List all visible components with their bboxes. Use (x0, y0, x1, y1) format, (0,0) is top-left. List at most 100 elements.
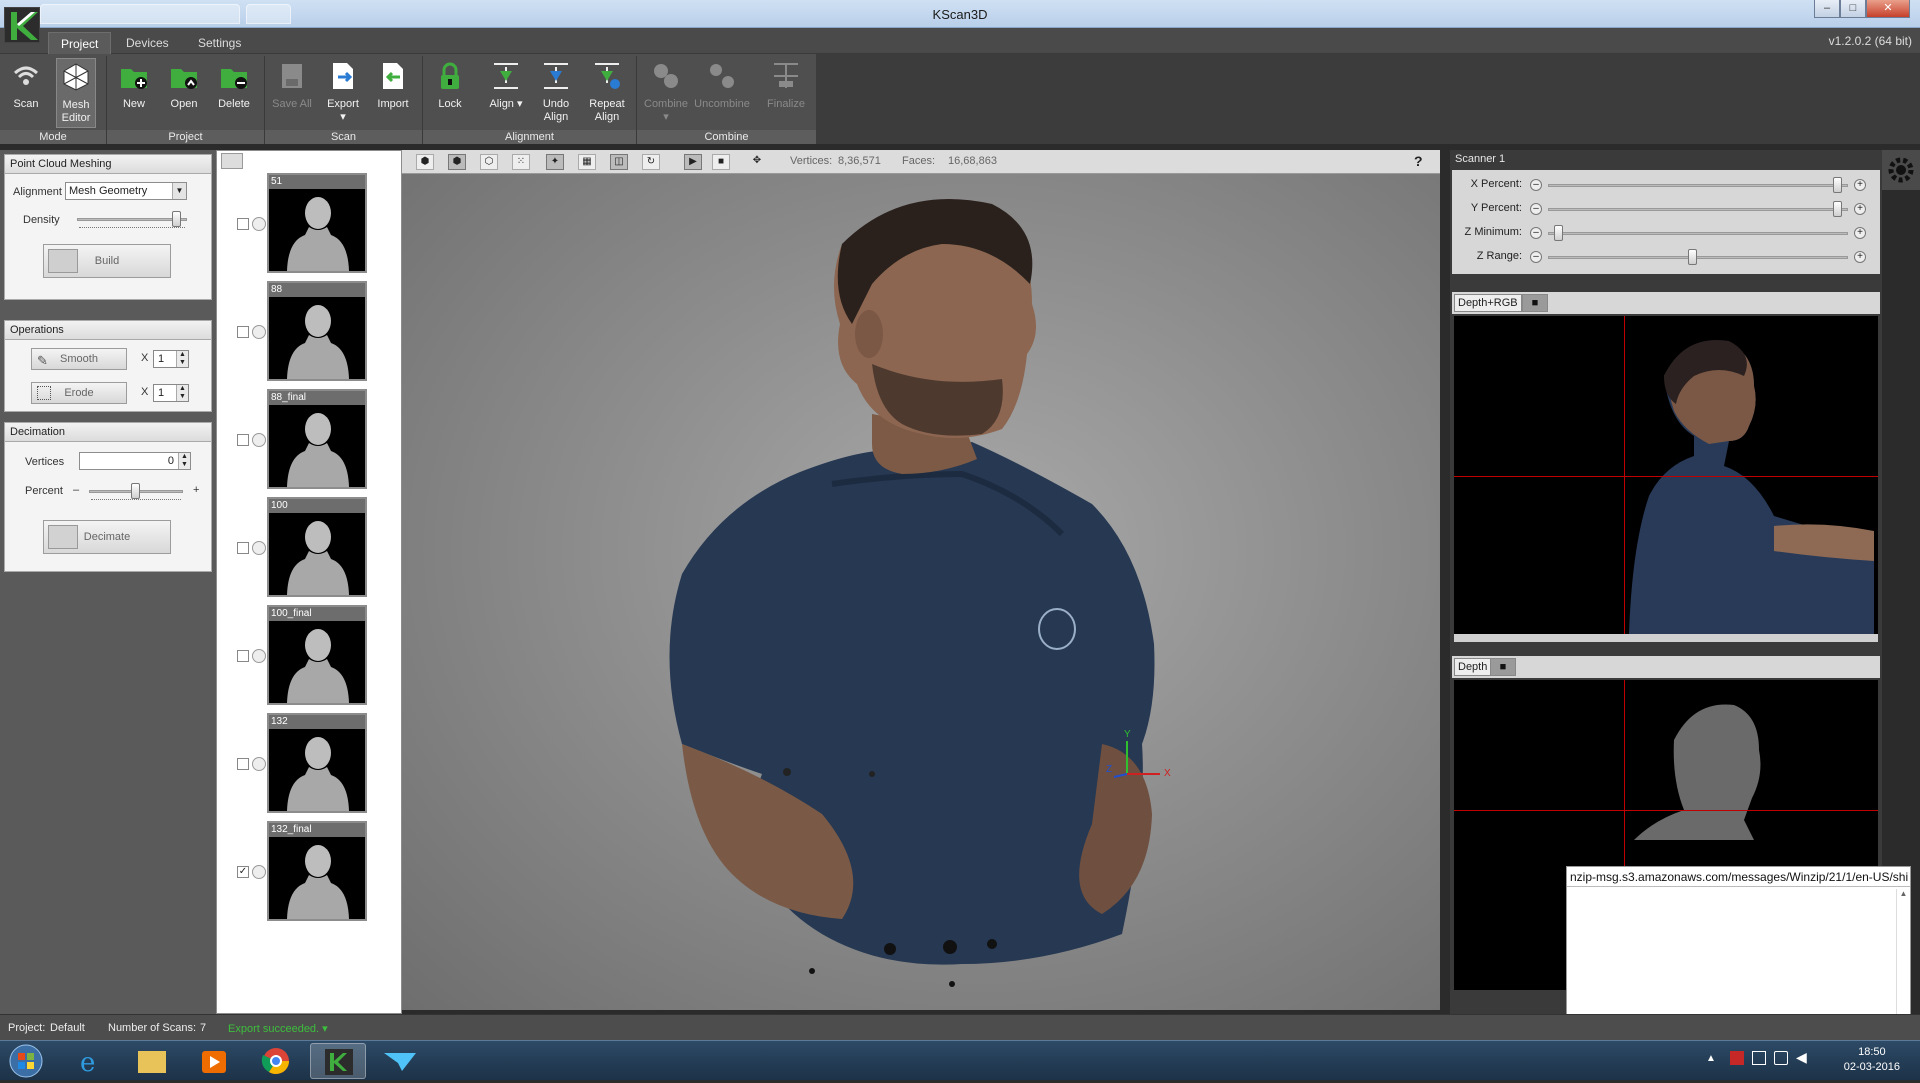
increase-icon[interactable]: + (1854, 227, 1866, 239)
stepper-arrows-icon[interactable]: ▲ ▼ (176, 351, 188, 367)
network-icon[interactable] (1774, 1051, 1788, 1065)
align-button[interactable]: Align ▾ (486, 58, 526, 128)
percent-plus[interactable]: + (193, 484, 199, 496)
open-button[interactable]: Open (164, 58, 204, 128)
stepper-arrows-icon[interactable]: ▲ ▼ (176, 385, 188, 401)
smooth-count-stepper[interactable]: 1 ▲ ▼ (153, 350, 189, 368)
help-icon[interactable]: ? (1414, 153, 1423, 169)
mesh-mode-icon[interactable] (252, 217, 266, 231)
action-center-flag-icon[interactable] (1730, 1051, 1744, 1065)
light-bulb-icon[interactable]: ✦ (546, 154, 564, 170)
combine-button[interactable]: Combine ▾ (644, 58, 688, 128)
increase-icon[interactable]: + (1854, 179, 1866, 191)
scan-visibility-checkbox[interactable] (237, 326, 249, 338)
tab-devices[interactable]: Devices (114, 32, 181, 54)
scan-visibility-checkbox[interactable] (237, 758, 249, 770)
settings-gear-button[interactable] (1882, 150, 1920, 190)
mesh-mode-icon[interactable] (252, 757, 266, 771)
kscan3d-taskbar[interactable] (310, 1043, 366, 1079)
media-player-taskbar[interactable] (186, 1043, 242, 1079)
scan-thumbnail[interactable]: 51 (267, 173, 367, 273)
increase-icon[interactable]: + (1854, 251, 1866, 263)
scan-thumbnail[interactable]: 132_final (267, 821, 367, 921)
textured-view-icon[interactable]: ⬢ (448, 154, 466, 170)
scan-visibility-checkbox[interactable] (237, 434, 249, 446)
clock[interactable]: 18:50 02-03-2016 (1844, 1045, 1900, 1075)
decrease-icon[interactable]: – (1530, 179, 1542, 191)
delete-button[interactable]: Delete (214, 58, 254, 128)
scan-visibility-checkbox[interactable] (237, 650, 249, 662)
volume-icon[interactable]: ◀ (1796, 1049, 1807, 1066)
vertices-input[interactable]: 0 ▲ ▼ (79, 452, 191, 470)
decimate-button[interactable]: Decimate (43, 520, 171, 554)
import-button[interactable]: Import (372, 58, 414, 128)
repeat-align-button[interactable]: Repeat Align (586, 58, 628, 128)
scan-button[interactable]: Scan (6, 58, 46, 128)
mesh-mode-icon[interactable] (252, 541, 266, 555)
scan-thumbnail[interactable]: 132 (267, 713, 367, 813)
view-splitter[interactable] (1454, 634, 1878, 642)
scan-thumbnail[interactable]: 100 (267, 497, 367, 597)
smooth-button[interactable]: ✎ Smooth (31, 348, 127, 370)
start-button[interactable] (4, 1043, 48, 1079)
mesh-mode-icon[interactable] (252, 649, 266, 663)
finalize-button[interactable]: Finalize (762, 58, 810, 128)
rotate-icon[interactable]: ↻ (642, 154, 660, 170)
chrome-taskbar[interactable] (248, 1043, 304, 1079)
save-all-button[interactable]: Save All (272, 58, 312, 128)
minimize-button[interactable]: – (1814, 0, 1840, 18)
scan-thumbnail[interactable]: 88_final (267, 389, 367, 489)
mail-taskbar[interactable] (372, 1043, 428, 1079)
decrease-icon[interactable]: – (1530, 227, 1542, 239)
erode-count-stepper[interactable]: 1 ▲ ▼ (153, 384, 189, 402)
depth-rgb-tab[interactable]: Depth+RGB (1454, 294, 1522, 312)
alignment-select[interactable]: Mesh Geometry ▼ (65, 182, 187, 200)
tray-expand-icon[interactable]: ▲ (1706, 1053, 1716, 1064)
scan-visibility-checkbox[interactable] (237, 218, 249, 230)
mesh-mode-icon[interactable] (252, 865, 266, 879)
points-view-icon[interactable]: ⁙ (512, 154, 530, 170)
file-explorer-taskbar[interactable] (124, 1043, 180, 1079)
erode-button[interactable]: Erode (31, 382, 127, 404)
internet-explorer-taskbar[interactable]: e (62, 1043, 118, 1079)
build-button[interactable]: Build (43, 244, 171, 278)
depth-tab[interactable]: Depth (1454, 658, 1492, 676)
scanner-slider-thumb[interactable] (1688, 249, 1697, 265)
scanner-slider-thumb[interactable] (1833, 177, 1842, 193)
scan-thumbnail[interactable]: 88 (267, 281, 367, 381)
scan-visibility-checkbox[interactable]: ✓ (237, 866, 249, 878)
scanner-slider-thumb[interactable] (1833, 201, 1842, 217)
bounding-box-icon[interactable]: ◫ (610, 154, 628, 170)
stepper-arrows-icon[interactable]: ▲ ▼ (178, 453, 190, 469)
export-button[interactable]: Export ▾ (322, 58, 364, 128)
export-status-message[interactable]: Export succeeded. ▾ (228, 1022, 328, 1035)
video-camera-icon[interactable]: ■ (1522, 294, 1548, 312)
scan-thumbnail[interactable]: 100_final (267, 605, 367, 705)
uncombine-button[interactable]: Uncombine (694, 58, 750, 128)
scan-visibility-checkbox[interactable] (237, 542, 249, 554)
increase-icon[interactable]: + (1854, 203, 1866, 215)
tab-settings[interactable]: Settings (186, 32, 253, 54)
close-button[interactable]: ✕ (1866, 0, 1910, 18)
mesh-editor-button[interactable]: Mesh Editor (56, 58, 96, 128)
undo-align-button[interactable]: Undo Align (536, 58, 576, 128)
stop-icon[interactable]: ■ (712, 154, 730, 170)
wireframe-view-icon[interactable]: ⬡ (480, 154, 498, 170)
move-icon[interactable]: ✥ (748, 154, 766, 170)
mesh-mode-icon[interactable] (252, 433, 266, 447)
decrease-icon[interactable]: – (1530, 251, 1542, 263)
scanner-slider-thumb[interactable] (1554, 225, 1563, 241)
lock-button[interactable]: Lock (430, 58, 470, 128)
play-icon[interactable]: ▶ (684, 154, 702, 170)
new-button[interactable]: New (114, 58, 154, 128)
color-grid-icon[interactable]: ▦ (578, 154, 596, 170)
image-view-icon[interactable] (221, 153, 243, 169)
windows-tray-icon[interactable] (1752, 1051, 1766, 1065)
video-camera-icon[interactable]: ■ (1490, 658, 1516, 676)
decrease-icon[interactable]: – (1530, 203, 1542, 215)
url-tooltip-popup[interactable]: nzip-msg.s3.amazonaws.com/messages/Winzi… (1566, 866, 1911, 1038)
mesh-mode-icon[interactable] (252, 325, 266, 339)
3d-viewport[interactable]: Y X Z (402, 174, 1440, 1010)
maximize-button[interactable]: □ (1840, 0, 1866, 18)
tab-project[interactable]: Project (48, 32, 112, 54)
